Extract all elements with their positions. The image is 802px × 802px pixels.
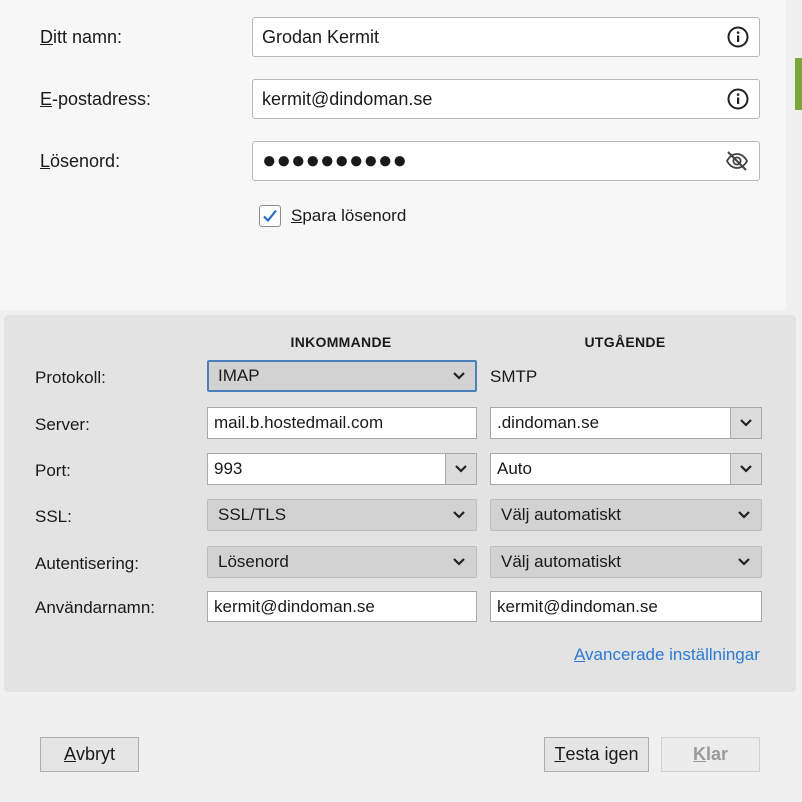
chevron-down-icon xyxy=(738,558,750,566)
outgoing-port-dropdown-button[interactable] xyxy=(730,454,761,484)
protocol-label: Protokoll: xyxy=(35,368,106,387)
name-label: Ditt namn: xyxy=(40,27,123,47)
eye-slash-icon[interactable] xyxy=(725,150,749,172)
background-edge xyxy=(795,58,802,110)
incoming-protocol-select[interactable]: IMAP xyxy=(207,360,477,392)
incoming-port-combo[interactable]: 993 xyxy=(207,453,477,485)
info-icon[interactable] xyxy=(727,26,749,48)
retest-button[interactable]: Testa igen xyxy=(544,737,649,772)
cancel-button[interactable]: Avbryt xyxy=(40,737,139,772)
incoming-auth-select[interactable]: Lösenord xyxy=(207,546,477,578)
incoming-column-header: INKOMMANDE xyxy=(290,334,392,350)
outgoing-username-input[interactable]: kermit@dindoman.se xyxy=(490,591,762,622)
remember-password-checkbox[interactable] xyxy=(259,205,281,227)
chevron-down-icon xyxy=(453,558,465,566)
outgoing-port-value[interactable]: Auto xyxy=(491,454,730,484)
chevron-down-icon xyxy=(740,465,752,473)
password-field[interactable]: ●●●●●●●●●● xyxy=(252,141,760,181)
outgoing-port-combo[interactable]: Auto xyxy=(490,453,762,485)
checkmark-icon xyxy=(263,209,277,223)
chevron-down-icon xyxy=(455,465,467,473)
name-field[interactable]: Grodan Kermit xyxy=(252,17,760,57)
outgoing-server-value[interactable]: .dindoman.se xyxy=(491,408,730,438)
ssl-label: SSL: xyxy=(35,507,72,526)
chevron-down-icon xyxy=(740,419,752,427)
outgoing-protocol-value: SMTP xyxy=(490,367,538,386)
info-icon[interactable] xyxy=(727,88,749,110)
password-label: Lösenord: xyxy=(40,151,121,171)
chevron-down-icon xyxy=(738,511,750,519)
chevron-down-icon xyxy=(453,372,465,380)
done-button[interactable]: Klar xyxy=(661,737,760,772)
email-label: E-postadress: xyxy=(40,89,152,109)
email-value: kermit@dindoman.se xyxy=(262,88,433,109)
incoming-server-input[interactable]: mail.b.hostedmail.com xyxy=(207,407,477,439)
incoming-ssl-select[interactable]: SSL/TLS xyxy=(207,499,477,531)
advanced-settings-link[interactable]: Avancerade inställningar xyxy=(574,645,760,665)
authentication-label: Autentisering: xyxy=(35,554,139,573)
password-value: ●●●●●●●●●● xyxy=(262,149,407,173)
incoming-username-input[interactable]: kermit@dindoman.se xyxy=(207,591,477,622)
incoming-port-dropdown-button[interactable] xyxy=(445,454,476,484)
server-label: Server: xyxy=(35,415,90,434)
outgoing-ssl-select[interactable]: Välj automatiskt xyxy=(490,499,762,531)
email-field[interactable]: kermit@dindoman.se xyxy=(252,79,760,119)
outgoing-server-combo[interactable]: .dindoman.se xyxy=(490,407,762,439)
outgoing-server-dropdown-button[interactable] xyxy=(730,408,761,438)
name-value: Grodan Kermit xyxy=(262,26,380,47)
remember-password-label[interactable]: Spara lösenord xyxy=(291,206,406,226)
incoming-port-value[interactable]: 993 xyxy=(208,454,445,484)
port-label: Port: xyxy=(35,461,71,480)
chevron-down-icon xyxy=(453,511,465,519)
username-label: Användarnamn: xyxy=(35,598,156,617)
outgoing-auth-select[interactable]: Välj automatiskt xyxy=(490,546,762,578)
outgoing-column-header: UTGÅENDE xyxy=(584,334,666,350)
